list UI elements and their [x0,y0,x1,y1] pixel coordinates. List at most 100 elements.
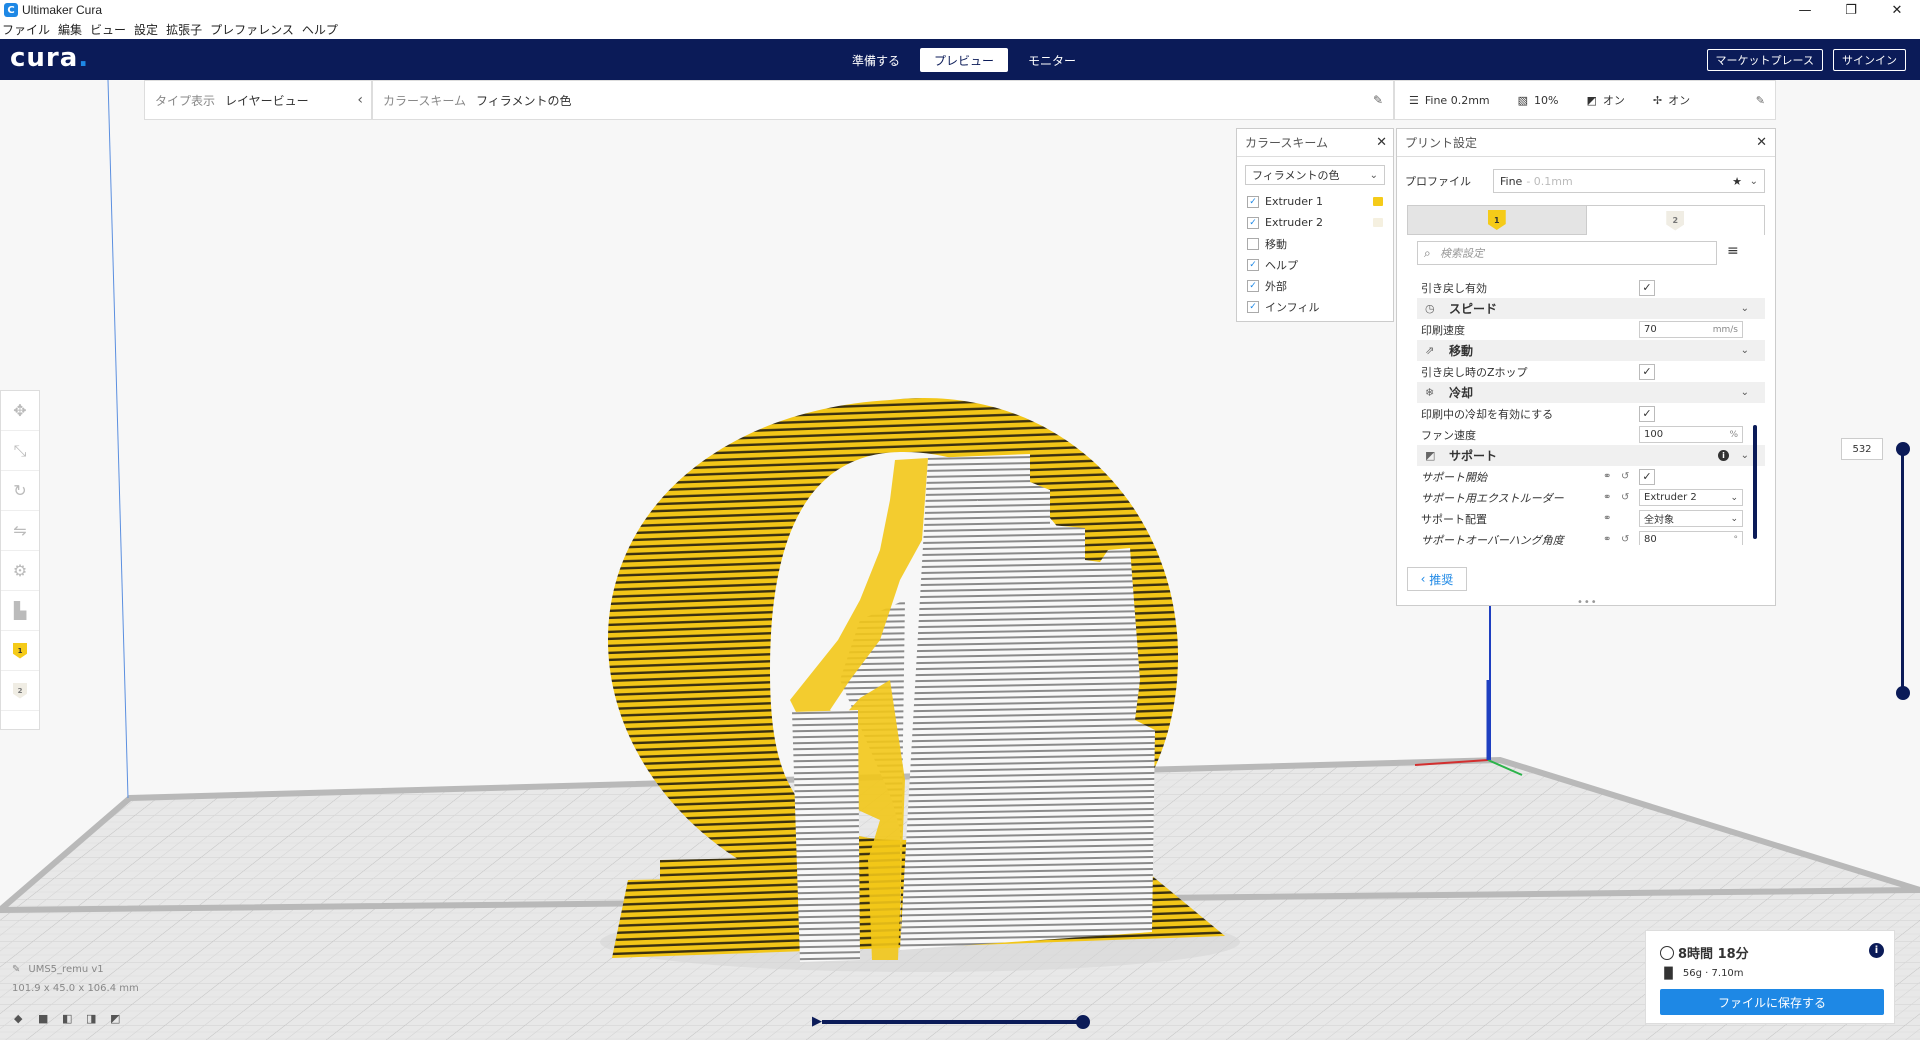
setting-checkbox[interactable]: ✓ [1639,279,1655,296]
model-column [792,710,860,962]
per-model-settings-icon[interactable]: ⚙ [1,551,39,591]
close-icon[interactable]: ✕ [1376,135,1387,150]
color-scheme-item[interactable]: ✓ Extruder 1 [1237,191,1393,212]
restore-icon[interactable]: ❐ [1828,0,1874,20]
tab-preview[interactable]: プレビュー [920,48,1008,72]
settings-category[interactable]: ⇗ 移動 ⌄ [1417,340,1765,361]
setting-checkbox[interactable]: ✓ [1639,468,1655,485]
checkbox[interactable]: ✓ [1247,195,1259,208]
layer-number-input[interactable]: 532 [1841,438,1883,460]
info-icon[interactable]: i [1869,943,1884,958]
menu-extensions[interactable]: 拡張子 [166,21,202,38]
color-scheme-item[interactable]: ✓ 外部 [1237,275,1393,296]
color-scheme-bar[interactable]: カラースキーム フィラメントの色 ✎ [372,80,1394,120]
extruder-2-select[interactable]: 2 [1,671,39,711]
settings-category[interactable]: ◷ スピード ⌄ [1417,298,1765,319]
close-icon[interactable]: ✕ [1756,135,1767,150]
settings-category[interactable]: ◩ サポート ⌄ i [1417,445,1765,466]
reset-icon[interactable]: ↺ [1621,534,1629,545]
info-icon[interactable]: i [1718,450,1729,461]
object-info: ✎ UMS5_remu v1 101.9 x 45.0 x 106.4 mm [12,964,139,994]
layer-slider-top-handle[interactable] [1896,442,1910,456]
pencil-icon[interactable]: ✎ [1373,93,1383,107]
save-to-file-button[interactable]: ファイルに保存する [1660,989,1884,1015]
setting-input[interactable]: 70 mm/s [1639,321,1743,338]
profile-layer-height: - 0.1mm [1526,174,1573,188]
setting-label: 引き戻し有効 [1421,281,1487,295]
color-scheme-select-value: フィラメントの色 [1252,169,1340,182]
left-view-icon[interactable]: ◨ [86,1012,100,1025]
menu-file[interactable]: ファイル [2,21,50,38]
color-scheme-value[interactable]: フィラメントの色 [476,92,571,109]
travel-icon: ⇗ [1425,344,1435,357]
tab-monitor[interactable]: モニター [1008,48,1096,72]
mirror-tool-icon[interactable]: ⇋ [1,511,39,551]
tab-extruder-2[interactable]: 2 [1585,205,1765,235]
star-icon: ★ [1732,174,1742,188]
checkbox[interactable] [1247,237,1259,250]
chevron-left-icon: ‹ [1420,572,1430,586]
3d-view-icon[interactable]: ◆ [14,1012,28,1025]
checkbox[interactable]: ✓ [1247,216,1259,229]
checkbox[interactable]: ✓ [1247,279,1259,292]
view-type-bar[interactable]: タイプ表示 レイヤービュー ‹ [144,80,372,120]
print-settings-bar[interactable]: ☰ Fine 0.2mm ▧ 10% ◩ オン ✢ オン ✎ [1394,80,1776,120]
close-window-icon[interactable]: ✕ [1874,0,1920,20]
pencil-icon[interactable]: ✎ [1756,94,1765,107]
color-scheme-select[interactable]: フィラメントの色 ⌄ [1245,165,1385,185]
checkbox[interactable]: ✓ [1247,300,1259,313]
setting-select[interactable]: Extruder 2 ⌄ [1639,489,1743,506]
extruder-1-select[interactable]: 1 [1,631,39,671]
settings-menu-icon[interactable]: ≡ [1727,243,1739,259]
settings-category[interactable]: ❄ 冷却 ⌄ [1417,382,1765,403]
profile-row: プロファイル Fine - 0.1mm ★ ⌄ [1405,169,1769,193]
menu-preferences[interactable]: プレファレンス [210,21,294,38]
pencil-icon[interactable]: ✎ [12,964,20,975]
front-view-icon[interactable]: ■ [38,1012,52,1025]
setting-checkbox[interactable]: ✓ [1639,363,1655,380]
setting-checkbox[interactable]: ✓ [1639,405,1655,422]
reset-icon[interactable]: ↺ [1621,492,1629,503]
color-scheme-item[interactable]: ✓ Extruder 2 [1237,212,1393,233]
layer-slider-bottom-handle[interactable] [1896,686,1910,700]
minimize-icon[interactable]: — [1782,0,1828,20]
move-tool-icon[interactable]: ✥ [1,391,39,431]
color-scheme-item[interactable]: 移動 [1237,233,1393,254]
settings-search-input[interactable]: ⌕ 検索設定 [1417,241,1717,265]
setting-label: 印刷速度 [1421,323,1465,337]
path-slider-handle[interactable] [1076,1015,1090,1029]
resize-grip-icon[interactable]: ••• [1577,597,1598,608]
menu-view[interactable]: ビュー [90,21,126,38]
menu-help[interactable]: ヘルプ [302,21,338,38]
top-view-icon[interactable]: ◧ [62,1012,76,1025]
setting-input[interactable]: 100% [1639,426,1743,443]
tab-prepare[interactable]: 準備する [832,48,920,72]
reset-icon[interactable]: ↺ [1621,471,1629,482]
link-icon: ⚭ [1603,534,1612,545]
setting-select[interactable]: 全対象 ⌄ [1639,510,1743,527]
path-slider-track[interactable] [822,1020,1084,1024]
rotate-tool-icon[interactable]: ↻ [1,471,39,511]
tab-extruder-1[interactable]: 1 [1407,205,1586,235]
support-blocker-icon[interactable]: ▙ [1,591,39,631]
chevron-left-icon[interactable]: ‹ [357,92,363,108]
signin-button[interactable]: サインイン [1833,49,1906,71]
profile-select[interactable]: Fine - 0.1mm ★ ⌄ [1493,169,1765,193]
extruder-2-nozzle-icon: 2 [1666,210,1685,231]
menu-settings[interactable]: 設定 [134,21,158,38]
play-icon[interactable]: ▶ [812,1014,822,1029]
color-scheme-item[interactable]: ✓ ヘルプ [1237,254,1393,275]
color-scheme-item[interactable]: ✓ インフィル [1237,296,1393,317]
support-summary-text: オン [1602,94,1625,107]
recommended-button[interactable]: ‹ 推奨 [1407,567,1467,591]
checkbox[interactable]: ✓ [1247,258,1259,271]
marketplace-button[interactable]: マーケットプレース [1706,49,1823,71]
right-view-icon[interactable]: ◩ [110,1012,124,1025]
setting-input[interactable]: 80 ° [1639,531,1743,545]
layer-slider-track[interactable] [1901,448,1904,692]
settings-category-label: 冷却 [1449,386,1474,400]
menu-edit[interactable]: 編集 [58,21,82,38]
settings-scrollbar[interactable] [1753,425,1757,539]
view-type-value[interactable]: レイヤービュー [225,92,309,109]
scale-tool-icon[interactable]: ⤡ [1,431,39,471]
